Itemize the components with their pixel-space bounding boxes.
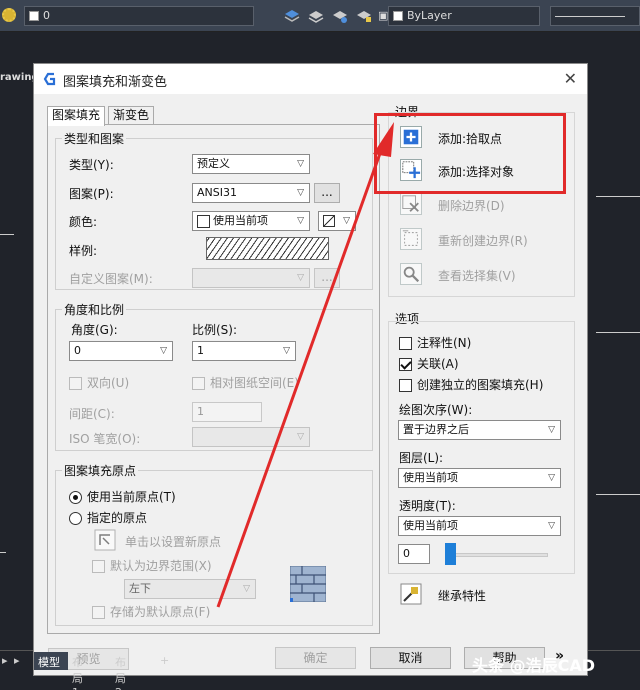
color-square-icon xyxy=(393,11,403,21)
inherit-properties-button[interactable]: 继承特性 xyxy=(438,587,486,604)
top-toolbar: 0 ▣ ByLayer xyxy=(0,0,640,32)
tab-model[interactable]: 模型 xyxy=(34,652,68,670)
nav-first-icon[interactable]: ▸ xyxy=(2,654,8,667)
custom-pattern-label: 自定义图案(M): xyxy=(69,272,153,286)
drawing-line xyxy=(596,196,640,197)
layer-match-icon[interactable] xyxy=(332,8,348,24)
linetype-combo[interactable]: ByLayer xyxy=(388,6,540,26)
specified-origin-radio[interactable]: 指定的原点 xyxy=(69,509,147,526)
recreate-boundary-button[interactable]: 重新创建边界(R) xyxy=(438,232,528,249)
drawing-line xyxy=(596,332,640,333)
watermark: 头条 @浩辰CAD xyxy=(472,656,595,675)
tab-gradient[interactable]: 渐变色 xyxy=(108,106,155,125)
double-checkbox[interactable]: 双向(U) xyxy=(69,374,129,391)
app-logo-icon xyxy=(43,72,56,86)
group-title: 类型和图案 xyxy=(62,130,127,147)
iso-pen-label: ISO 笔宽(O): xyxy=(69,432,141,446)
annotation-arrow xyxy=(216,122,394,608)
dialog-title: 图案填充和渐变色 xyxy=(63,75,168,90)
cancel-button[interactable]: 取消 xyxy=(370,647,451,669)
checkbox-box xyxy=(92,560,105,573)
view-selection-button[interactable]: 查看选择集(V) xyxy=(438,267,516,284)
clipboard-icon[interactable]: ▣ xyxy=(378,9,388,22)
angle-combo[interactable]: 0 ▽ xyxy=(69,341,173,361)
close-icon[interactable]: ✕ xyxy=(564,69,577,88)
line-sample xyxy=(555,15,625,17)
layer-combo[interactable]: 0 xyxy=(24,6,254,26)
tab-layout1[interactable]: 布局1 xyxy=(72,654,83,690)
dialog-titlebar[interactable]: 图案填充和渐变色 ✕ xyxy=(34,64,587,94)
layer-states-icon[interactable] xyxy=(308,8,324,24)
use-current-origin-radio[interactable]: 使用当前原点(T) xyxy=(69,488,176,505)
checkbox-box xyxy=(92,606,105,619)
cad-canvas[interactable]: rawing 图案填充和渐变色 ✕ 图案填充 渐变色 类型和图案 类型(Y): … xyxy=(0,32,640,690)
color-label: 颜色: xyxy=(69,215,98,229)
sample-label: 样例: xyxy=(69,244,98,258)
sun-icon[interactable] xyxy=(2,8,16,22)
tab-layout2[interactable]: 布局2 xyxy=(115,654,126,690)
group-title: 角度和比例 xyxy=(62,301,127,318)
tab-hatch[interactable]: 图案填充 xyxy=(47,106,106,126)
layer-combo[interactable]: 使用当前项 ▽ xyxy=(398,468,561,488)
drawing-line xyxy=(0,552,6,553)
layer-iso-icon[interactable] xyxy=(356,8,372,24)
radio-dot xyxy=(69,491,82,504)
color-square-icon xyxy=(29,11,39,21)
group-title: 图案填充原点 xyxy=(62,462,139,479)
chevron-down-icon: ▽ xyxy=(548,521,555,531)
drawing-line xyxy=(596,494,640,495)
set-origin-icon[interactable] xyxy=(94,529,116,551)
remove-boundary-button[interactable]: 删除边界(D) xyxy=(438,197,505,214)
chevron-down-icon: ▽ xyxy=(548,473,555,483)
angle-label: 角度(G): xyxy=(71,323,118,337)
transparency-slider-thumb[interactable] xyxy=(445,543,456,565)
spacing-label: 间距(C): xyxy=(69,407,115,421)
radio-dot xyxy=(69,512,82,525)
pattern-label: 图案(P): xyxy=(69,187,114,201)
lineweight-combo[interactable] xyxy=(550,6,640,26)
ok-button[interactable]: 确定 xyxy=(275,647,356,669)
transparency-slider-track[interactable] xyxy=(446,553,548,557)
type-label: 类型(Y): xyxy=(69,158,114,172)
chevron-down-icon: ▽ xyxy=(548,425,555,435)
transparency-combo[interactable]: 使用当前项 ▽ xyxy=(398,516,561,536)
draw-order-combo[interactable]: 置于边界之后 ▽ xyxy=(398,420,561,440)
layer-stack-icon[interactable] xyxy=(284,8,300,24)
add-layout-icon[interactable]: + xyxy=(160,654,169,667)
independent-hatch-checkbox[interactable]: 创建独立的图案填充(H) xyxy=(399,376,543,393)
drawing-line xyxy=(0,234,14,235)
checkbox-box xyxy=(69,377,82,390)
nav-last-icon[interactable]: ▸ xyxy=(14,654,20,667)
chevron-down-icon: ▽ xyxy=(160,346,167,356)
